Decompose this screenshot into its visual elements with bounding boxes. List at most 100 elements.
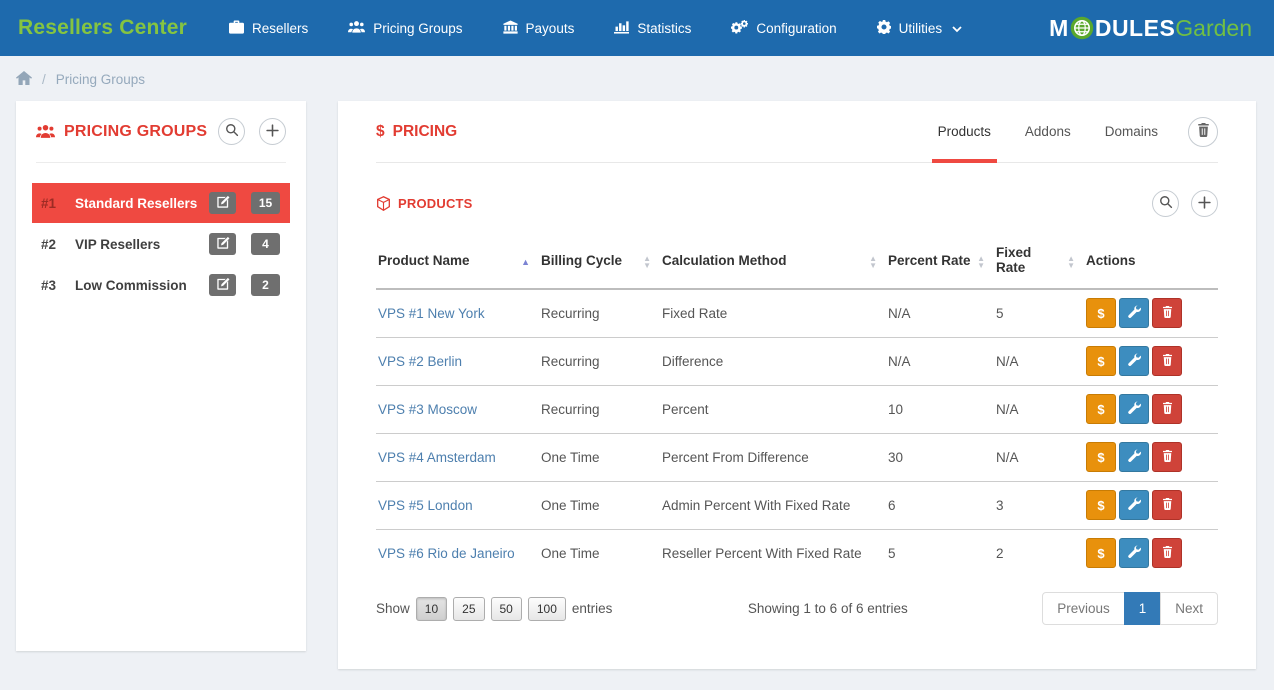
pagination-next-button[interactable]: Next	[1160, 592, 1218, 625]
pagination-page-1-button[interactable]: 1	[1124, 592, 1162, 625]
billing-cycle-cell: One Time	[539, 529, 660, 577]
configure-button[interactable]	[1119, 490, 1149, 520]
pricing-button[interactable]: $	[1086, 442, 1116, 472]
page-size-10[interactable]: 10	[416, 597, 447, 621]
product-link[interactable]: VPS #5 London	[378, 498, 473, 513]
column-header-calculation-method[interactable]: Calculation Method▲▼	[660, 235, 886, 289]
percent-rate-cell: 10	[886, 385, 994, 433]
page-size-100[interactable]: 100	[528, 597, 566, 621]
sort-both-icon: ▲▼	[1067, 255, 1075, 269]
list-item-vip-resellers[interactable]: #2 VIP Resellers 4	[32, 224, 290, 264]
wrench-icon	[1128, 353, 1141, 369]
table-row: VPS #5 London One Time Admin Percent Wit…	[376, 481, 1218, 529]
logo-text-garden: Garden	[1175, 15, 1252, 42]
gears-icon	[731, 19, 748, 37]
group-count-badge: 4	[251, 233, 280, 255]
page-size-50[interactable]: 50	[491, 597, 522, 621]
page-size-25[interactable]: 25	[453, 597, 484, 621]
nav-item-statistics[interactable]: Statistics	[594, 0, 711, 56]
fixed-rate-cell: N/A	[994, 385, 1084, 433]
plus-icon	[266, 124, 279, 140]
pricing-button[interactable]: $	[1086, 298, 1116, 328]
nav-item-configuration[interactable]: Configuration	[711, 0, 856, 56]
pricing-group-list: #1 Standard Resellers 15 #2 VIP Reseller…	[16, 163, 306, 325]
actions-cell: $	[1084, 481, 1218, 529]
wrench-icon	[1128, 401, 1141, 417]
nav-item-label: Resellers	[252, 21, 308, 36]
table-header-row: Product Name▲ Billing Cycle▲▼ Calculatio…	[376, 235, 1218, 289]
delete-button[interactable]	[1152, 538, 1182, 568]
column-header-percent-rate[interactable]: Percent Rate▲▼	[886, 235, 994, 289]
nav-item-label: Statistics	[637, 21, 691, 36]
search-icon	[225, 123, 239, 140]
search-groups-button[interactable]	[218, 118, 245, 145]
add-group-button[interactable]	[259, 118, 286, 145]
product-link[interactable]: VPS #3 Moscow	[378, 402, 477, 417]
nav-item-label: Configuration	[756, 21, 836, 36]
trash-icon	[1162, 498, 1173, 513]
logo-text-dules: DULES	[1095, 15, 1175, 42]
table-row: VPS #6 Rio de Janeiro One Time Reseller …	[376, 529, 1218, 577]
configure-button[interactable]	[1119, 298, 1149, 328]
tab-domains[interactable]: Domains	[1088, 101, 1175, 162]
configure-button[interactable]	[1119, 442, 1149, 472]
product-link[interactable]: VPS #4 Amsterdam	[378, 450, 496, 465]
nav-menu: Resellers Pricing Groups Payouts Statist…	[209, 0, 982, 56]
column-header-fixed-rate[interactable]: Fixed Rate▲▼	[994, 235, 1084, 289]
billing-cycle-cell: Recurring	[539, 337, 660, 385]
pricing-button[interactable]: $	[1086, 490, 1116, 520]
billing-cycle-cell: One Time	[539, 433, 660, 481]
column-header-billing-cycle[interactable]: Billing Cycle▲▼	[539, 235, 660, 289]
delete-group-button[interactable]	[1188, 117, 1218, 147]
pagination-previous-button[interactable]: Previous	[1042, 592, 1125, 625]
delete-button[interactable]	[1152, 394, 1182, 424]
fixed-rate-cell: 5	[994, 289, 1084, 337]
column-header-product-name[interactable]: Product Name▲	[376, 235, 539, 289]
list-item-standard-resellers[interactable]: #1 Standard Resellers 15	[32, 183, 290, 223]
users-icon	[36, 124, 55, 139]
add-product-button[interactable]	[1191, 190, 1218, 217]
nav-item-resellers[interactable]: Resellers	[209, 0, 328, 56]
delete-button[interactable]	[1152, 490, 1182, 520]
configure-button[interactable]	[1119, 538, 1149, 568]
percent-rate-cell: N/A	[886, 337, 994, 385]
tab-addons[interactable]: Addons	[1008, 101, 1088, 162]
edit-group-button[interactable]	[209, 274, 236, 296]
search-products-button[interactable]	[1152, 190, 1179, 217]
product-link[interactable]: VPS #2 Berlin	[378, 354, 462, 369]
users-icon	[348, 20, 365, 37]
dollar-icon: $	[376, 123, 385, 141]
edit-group-button[interactable]	[209, 192, 236, 214]
pricing-button[interactable]: $	[1086, 538, 1116, 568]
nav-item-utilities[interactable]: Utilities	[857, 0, 983, 56]
product-link[interactable]: VPS #1 New York	[378, 306, 485, 321]
breadcrumb-page[interactable]: Pricing Groups	[56, 72, 145, 87]
billing-cycle-cell: One Time	[539, 481, 660, 529]
pricing-button[interactable]: $	[1086, 394, 1116, 424]
home-icon[interactable]	[16, 71, 32, 88]
edit-group-button[interactable]	[209, 233, 236, 255]
calculation-method-cell: Fixed Rate	[660, 289, 886, 337]
search-icon	[1159, 195, 1173, 212]
configure-button[interactable]	[1119, 346, 1149, 376]
configure-button[interactable]	[1119, 394, 1149, 424]
nav-item-payouts[interactable]: Payouts	[483, 0, 595, 56]
calculation-method-cell: Percent From Difference	[660, 433, 886, 481]
pricing-button[interactable]: $	[1086, 346, 1116, 376]
delete-button[interactable]	[1152, 346, 1182, 376]
percent-rate-cell: N/A	[886, 289, 994, 337]
actions-cell: $	[1084, 289, 1218, 337]
calculation-method-cell: Reseller Percent With Fixed Rate	[660, 529, 886, 577]
delete-button[interactable]	[1152, 442, 1182, 472]
product-link[interactable]: VPS #6 Rio de Janeiro	[378, 546, 515, 561]
delete-button[interactable]	[1152, 298, 1182, 328]
app-brand[interactable]: Resellers Center	[18, 16, 187, 40]
table-footer: Show 10 25 50 100 entries Showing 1 to 6…	[376, 592, 1218, 625]
sort-both-icon: ▲▼	[643, 255, 651, 269]
nav-item-pricing-groups[interactable]: Pricing Groups	[328, 0, 482, 56]
tab-products[interactable]: Products	[921, 101, 1008, 162]
list-item-low-commission[interactable]: #3 Low Commission 2	[32, 265, 290, 305]
trash-icon	[1162, 306, 1173, 321]
group-name: Low Commission	[75, 278, 209, 293]
pricing-groups-panel: PRICING GROUPS #1 Standard Resellers 15 …	[16, 101, 306, 651]
